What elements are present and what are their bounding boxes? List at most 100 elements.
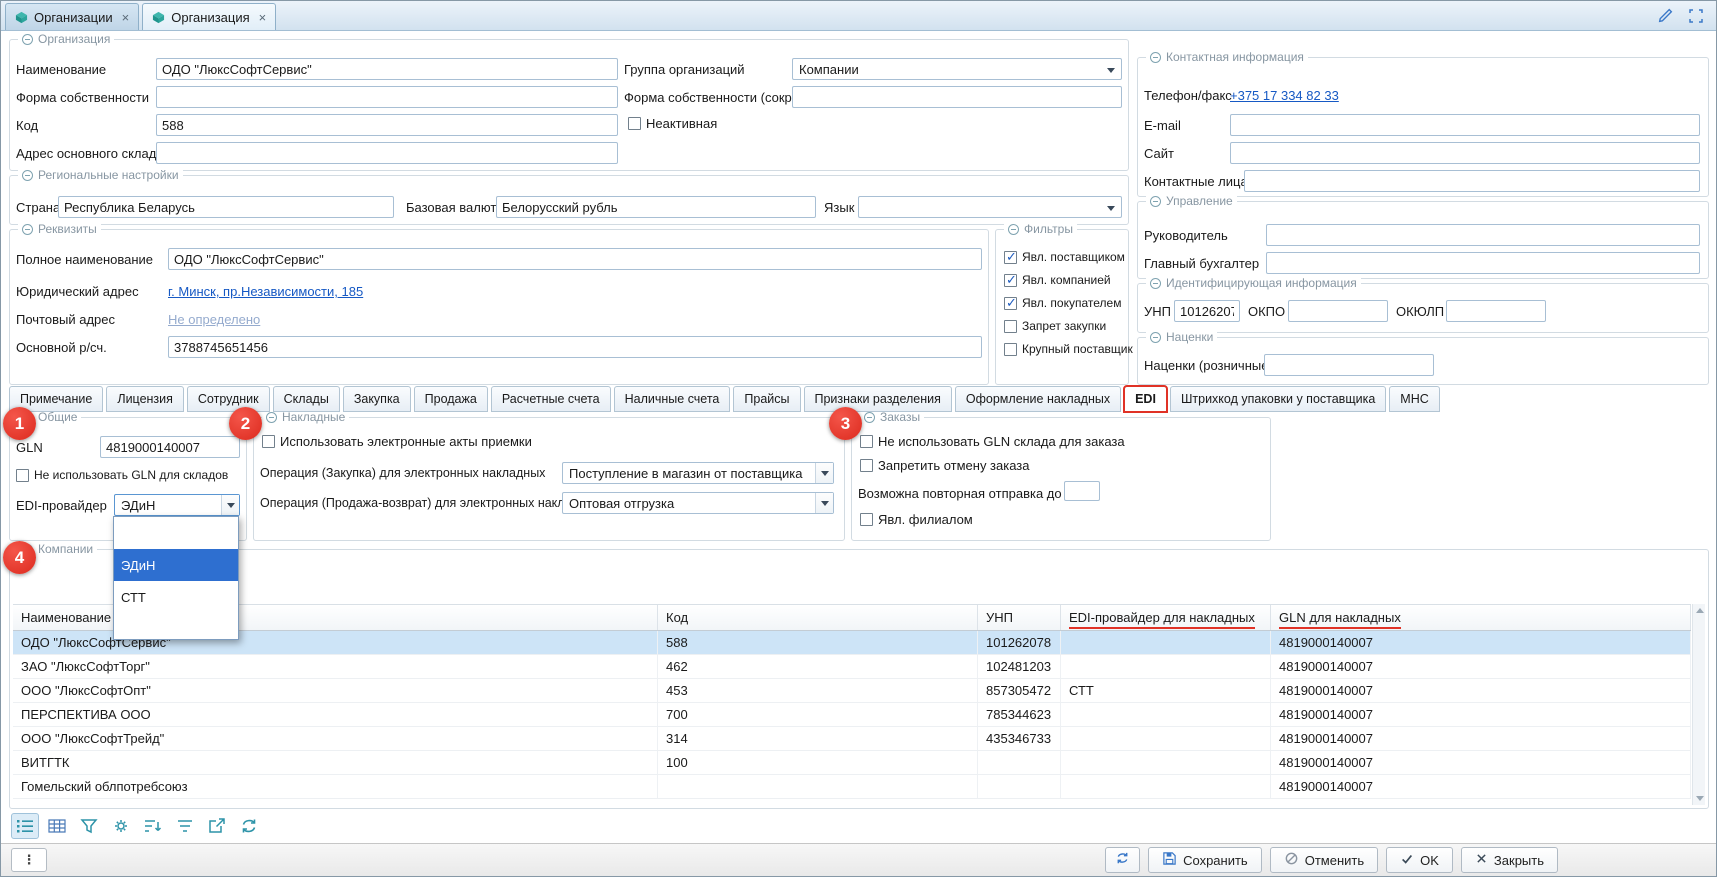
collapse-icon[interactable] xyxy=(22,170,33,181)
collapse-icon[interactable] xyxy=(1008,224,1019,235)
table-row[interactable]: ПЕРСПЕКТИВА ООО7007853446234819000140007 xyxy=(13,703,1691,727)
tab-cash-accounts[interactable]: Наличные счета xyxy=(614,386,731,412)
legal-address-link[interactable]: г. Минск, пр.Независимости, 185 xyxy=(168,284,363,299)
tab-invoice-layout[interactable]: Оформление накладных xyxy=(955,386,1121,412)
column-header-code[interactable]: Код xyxy=(658,605,978,630)
full-name-input[interactable] xyxy=(168,248,982,270)
purchase-operation-select[interactable]: Поступление в магазин от поставщика xyxy=(562,462,834,484)
table-row[interactable]: Гомельский облпотребсоюз4819000140007 xyxy=(13,775,1691,799)
table-row[interactable]: ОДО "ЛюксСофтСервис"58810126207848190001… xyxy=(13,631,1691,655)
filter-large-supplier-checkbox[interactable]: Крупный поставщик xyxy=(1004,342,1133,356)
open-in-window-button[interactable] xyxy=(203,813,231,839)
table-scrollbar[interactable] xyxy=(1692,604,1705,805)
close-tab-icon[interactable]: × xyxy=(122,10,130,25)
no-gln-order-checkbox[interactable]: Не использовать GLN склада для заказа xyxy=(860,434,1125,449)
resend-until-input[interactable] xyxy=(1064,481,1100,501)
save-button[interactable]: Сохранить xyxy=(1148,847,1262,873)
dropdown-option-empty[interactable] xyxy=(114,517,238,549)
filter-lines-button[interactable] xyxy=(171,813,199,839)
retail-markup-input[interactable] xyxy=(1264,354,1434,376)
tab-edi[interactable]: EDI xyxy=(1124,386,1167,412)
code-input[interactable] xyxy=(156,114,618,136)
postal-address-link[interactable]: Не определено xyxy=(168,312,260,327)
table-row[interactable]: ЗАО "ЛюксСофтТорг"4621024812034819000140… xyxy=(13,655,1691,679)
currency-input[interactable] xyxy=(496,196,816,218)
tab-purchase[interactable]: Закупка xyxy=(343,386,411,412)
edi-provider-select[interactable]: ЭДиН xyxy=(114,494,240,516)
electronic-acts-checkbox[interactable]: Использовать электронные акты приемки xyxy=(262,434,532,449)
warehouse-address-input[interactable] xyxy=(156,142,618,164)
table-row[interactable]: ООО "ЛюксСофтОпт"453857305472СТТ48190001… xyxy=(13,679,1691,703)
collapse-icon[interactable] xyxy=(22,34,33,45)
tab-employee[interactable]: Сотрудник xyxy=(187,386,270,412)
tab-settlement-accounts[interactable]: Расчетные счета xyxy=(491,386,611,412)
table-row[interactable]: ООО "ЛюксСофтТрейд"314435346733481900014… xyxy=(13,727,1691,751)
scroll-up-icon[interactable] xyxy=(1696,608,1704,613)
tab-mns[interactable]: МНС xyxy=(1389,386,1439,412)
language-select[interactable] xyxy=(858,196,1122,218)
collapse-icon[interactable] xyxy=(266,412,277,423)
okyulp-input[interactable] xyxy=(1446,300,1546,322)
close-button[interactable]: Закрыть xyxy=(1461,847,1558,873)
main-account-input[interactable] xyxy=(168,336,982,358)
name-input[interactable] xyxy=(156,58,618,80)
collapse-icon[interactable] xyxy=(1150,196,1161,207)
no-gln-warehouse-checkbox[interactable]: Не использовать GLN для складов xyxy=(16,468,228,482)
contact-persons-input[interactable] xyxy=(1244,170,1700,192)
dropdown-option-ctt[interactable]: СТТ xyxy=(114,581,238,613)
country-input[interactable] xyxy=(58,196,394,218)
filter-company-checkbox[interactable]: Явл. компанией xyxy=(1004,273,1111,287)
filter-funnel-button[interactable] xyxy=(75,813,103,839)
column-header-name[interactable]: Наименование xyxy=(13,605,658,630)
collapse-icon[interactable] xyxy=(22,224,33,235)
edit-pencil-icon[interactable] xyxy=(1657,7,1674,24)
close-tab-icon[interactable]: × xyxy=(259,10,267,25)
table-row[interactable]: ВИТГТК1004819000140007 xyxy=(13,751,1691,775)
tab-license[interactable]: Лицензия xyxy=(106,386,184,412)
email-input[interactable] xyxy=(1230,114,1700,136)
tab-supplier-package-barcode[interactable]: Штрихкод упаковки у поставщика xyxy=(1170,386,1386,412)
ok-button[interactable]: OK xyxy=(1386,847,1453,873)
view-list-button[interactable] xyxy=(11,813,39,839)
filter-buyer-checkbox[interactable]: Явл. покупателем xyxy=(1004,296,1121,310)
scroll-down-icon[interactable] xyxy=(1696,796,1704,801)
tab-sale[interactable]: Продажа xyxy=(414,386,488,412)
maximize-icon[interactable] xyxy=(1688,8,1704,24)
site-input[interactable] xyxy=(1230,142,1700,164)
window-tab-organization[interactable]: Организация × xyxy=(142,3,276,30)
sync-refresh-button[interactable] xyxy=(235,813,263,839)
head-input[interactable] xyxy=(1266,224,1700,246)
column-header-edi-provider[interactable]: EDI-провайдер для накладных xyxy=(1061,605,1271,630)
collapse-icon[interactable] xyxy=(864,412,875,423)
okpo-input[interactable] xyxy=(1288,300,1388,322)
dropdown-option-edin[interactable]: ЭДиН xyxy=(114,549,238,581)
tab-separation-signs[interactable]: Признаки разделения xyxy=(804,386,952,412)
tab-price-lists[interactable]: Прайсы xyxy=(733,386,800,412)
refresh-button[interactable] xyxy=(1105,847,1140,873)
is-branch-checkbox[interactable]: Явл. филиалом xyxy=(860,512,973,527)
settings-gear-button[interactable] xyxy=(107,813,135,839)
collapse-icon[interactable] xyxy=(1150,52,1161,63)
gln-input[interactable] xyxy=(100,436,240,458)
more-button[interactable]: ⋮ xyxy=(11,848,47,872)
ownership-short-input[interactable] xyxy=(792,86,1122,108)
window-tab-organizations[interactable]: Организации × xyxy=(5,3,139,30)
inactive-checkbox[interactable]: Неактивная xyxy=(628,116,717,131)
sort-list-button[interactable] xyxy=(139,813,167,839)
column-header-gln[interactable]: GLN для накладных xyxy=(1271,605,1691,630)
filter-purchase-ban-checkbox[interactable]: Запрет закупки xyxy=(1004,319,1106,333)
phone-link[interactable]: +375 17 334 82 33 xyxy=(1230,88,1339,103)
collapse-icon[interactable] xyxy=(1150,278,1161,289)
column-header-unp[interactable]: УНП xyxy=(978,605,1061,630)
unp-input[interactable] xyxy=(1174,300,1240,322)
return-operation-select[interactable]: Оптовая отгрузка xyxy=(562,492,834,514)
collapse-icon[interactable] xyxy=(1150,332,1161,343)
filter-supplier-checkbox[interactable]: Явл. поставщиком xyxy=(1004,250,1125,264)
cancel-button[interactable]: Отменить xyxy=(1270,847,1378,873)
ownership-input[interactable] xyxy=(156,86,618,108)
table-grid-button[interactable] xyxy=(43,813,71,839)
chief-accountant-input[interactable] xyxy=(1266,252,1700,274)
tab-warehouses[interactable]: Склады xyxy=(273,386,340,412)
org-group-select[interactable]: Компании xyxy=(792,58,1122,80)
forbid-cancel-checkbox[interactable]: Запретить отмену заказа xyxy=(860,458,1030,473)
